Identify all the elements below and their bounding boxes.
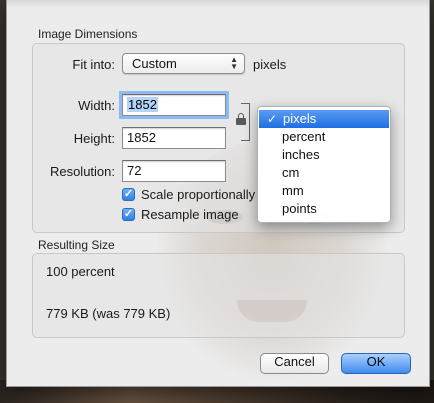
resolution-value: 72 bbox=[127, 163, 142, 178]
checkmark-icon: ✓ bbox=[267, 112, 278, 126]
checkmark-icon: ✓ bbox=[122, 208, 135, 221]
menu-item-pixels[interactable]: ✓ pixels bbox=[259, 110, 389, 128]
fit-into-value: Custom bbox=[132, 56, 177, 71]
width-field[interactable]: 1852 bbox=[122, 94, 226, 116]
menu-item-mm[interactable]: mm bbox=[258, 182, 390, 200]
resolution-label: Resolution: bbox=[49, 164, 115, 179]
popup-arrows-icon: ▲ ▼ bbox=[230, 55, 238, 71]
menu-item-label: points bbox=[282, 201, 317, 216]
fit-into-label: Fit into: bbox=[72, 57, 115, 72]
menu-item-label: mm bbox=[282, 183, 304, 198]
ok-button[interactable]: OK bbox=[341, 353, 411, 374]
units-dropdown-menu: ✓ pixels percent inches cm mm points bbox=[257, 106, 391, 223]
menu-item-label: percent bbox=[282, 129, 326, 144]
resulting-percent: 100 percent bbox=[46, 264, 115, 279]
resulting-file-size: 779 KB (was 779 KB) bbox=[46, 306, 171, 321]
height-field[interactable]: 1852 bbox=[122, 127, 226, 149]
menu-item-points[interactable]: points bbox=[258, 200, 390, 218]
resample-image-checkbox[interactable]: ✓ Resample image bbox=[122, 206, 262, 224]
scale-proportionally-checkbox[interactable]: ✓ Scale proportionally bbox=[122, 186, 262, 204]
height-label: Height: bbox=[73, 131, 115, 146]
resolution-field[interactable]: 72 bbox=[122, 160, 226, 182]
width-label: Width: bbox=[78, 98, 115, 113]
lock-body bbox=[236, 118, 246, 125]
width-value: 1852 bbox=[127, 97, 158, 112]
lock-icon[interactable] bbox=[236, 113, 246, 125]
checkmark-icon: ✓ bbox=[122, 188, 135, 201]
fit-into-popup[interactable]: Custom ▲ ▼ bbox=[122, 53, 245, 74]
resulting-size-heading: Resulting Size bbox=[38, 238, 115, 252]
menu-item-inches[interactable]: inches bbox=[258, 146, 390, 164]
menu-item-percent[interactable]: percent bbox=[258, 128, 390, 146]
height-value: 1852 bbox=[127, 130, 156, 145]
menu-item-label: inches bbox=[282, 147, 320, 162]
menu-item-label: cm bbox=[282, 165, 300, 180]
menu-item-label: pixels bbox=[283, 111, 317, 126]
image-size-dialog: Image Dimensions Fit into: Custom ▲ ▼ pix… bbox=[6, 0, 430, 387]
sheet-top-edge bbox=[7, 0, 429, 8]
cancel-button[interactable]: Cancel bbox=[260, 353, 329, 374]
menu-item-cm[interactable]: cm bbox=[258, 164, 390, 182]
image-dimensions-heading: Image Dimensions bbox=[38, 27, 138, 41]
scale-proportionally-label: Scale proportionally bbox=[141, 187, 256, 202]
resample-image-label: Resample image bbox=[141, 207, 239, 222]
fit-into-units: pixels bbox=[253, 57, 287, 72]
